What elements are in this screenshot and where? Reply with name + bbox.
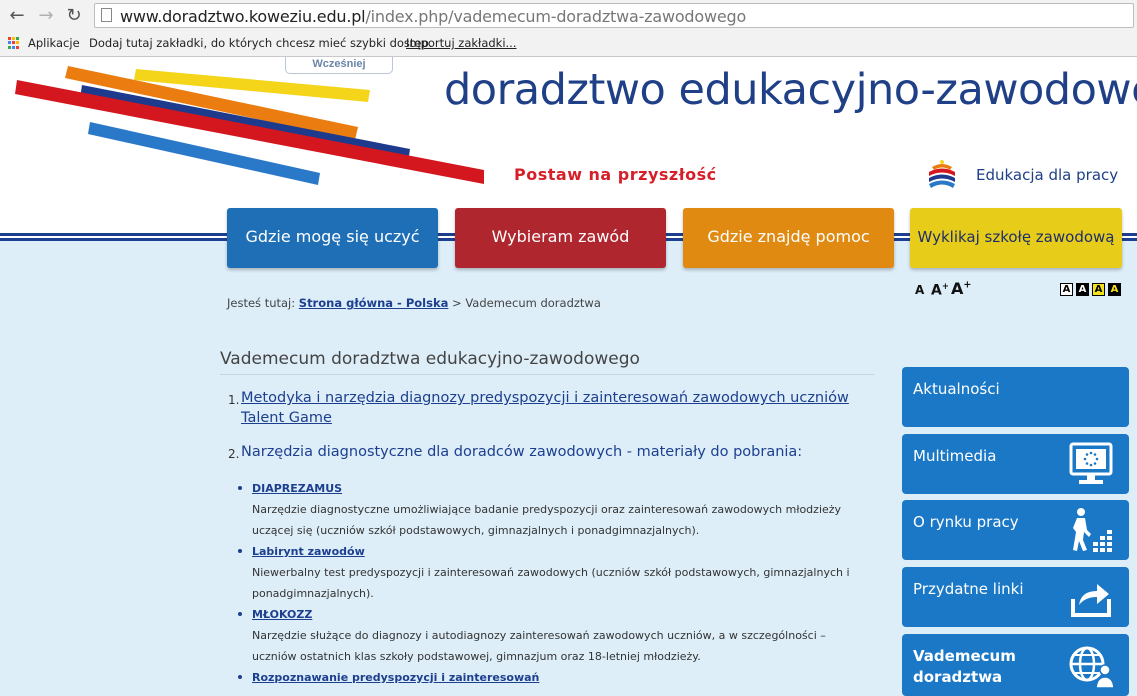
contrast-default[interactable]: A: [1060, 283, 1073, 296]
edukacja-logo-icon: [928, 160, 956, 191]
nav-wybieram-zawod[interactable]: Wybieram zawód: [455, 208, 666, 268]
side-vademecum-doradztwa[interactable]: Vademecum doradztwa: [902, 634, 1129, 696]
breadcrumb-separator: >: [452, 296, 462, 310]
side-o-rynku-pracy-label: O rynku pracy: [913, 513, 1019, 531]
talent-game-link[interactable]: Metodyka i narzędzia diagnozy predyspozy…: [241, 388, 871, 428]
page-icon: [101, 8, 112, 22]
contrast-black-yellow[interactable]: A: [1108, 283, 1121, 296]
mlokozz-link[interactable]: MŁOKOZZ: [252, 604, 312, 625]
edukacja-label[interactable]: Edukacja dla pracy: [976, 166, 1118, 184]
page-title: Vademecum doradztwa edukacyjno-zawodoweg…: [220, 349, 640, 369]
address-bar[interactable]: www.doradztwo.koweziu.edu.pl/index.php/v…: [94, 3, 1134, 28]
side-aktualnosci[interactable]: Aktualności: [902, 367, 1129, 427]
apps-grid-icon[interactable]: [8, 37, 20, 49]
diaprezamus-description: Narzędzie diagnostyczne umożliwiające ba…: [252, 503, 842, 537]
sub-list-item: MŁOKOZZ Narzędzie służące do diagnozy i …: [238, 604, 868, 667]
font-size-small[interactable]: A: [915, 283, 924, 297]
sub-list-item: Labirynt zawodów Niewerbalny test predys…: [238, 541, 868, 604]
slogan: Postaw na przyszłość: [514, 165, 717, 184]
bookmarks-bar: Aplikacje Dodaj tutaj zakładki, do który…: [0, 33, 1137, 55]
apps-label[interactable]: Aplikacje: [28, 36, 80, 50]
side-multimedia[interactable]: Multimedia: [902, 434, 1129, 494]
font-size-large[interactable]: A+: [951, 279, 971, 298]
back-arrow-icon[interactable]: ←: [6, 5, 28, 27]
nav-gdzie-znajde-pomoc[interactable]: Gdzie znajdę pomoc: [683, 208, 894, 268]
breadcrumb-prefix: Jesteś tutaj:: [227, 296, 296, 310]
browser-chrome: ← → ↻ www.doradztwo.koweziu.edu.pl/index…: [0, 0, 1137, 57]
side-aktualnosci-label: Aktualności: [913, 380, 1000, 398]
sub-list-item: Rozpoznawanie predyspozycji i zaintereso…: [238, 667, 868, 689]
breadcrumb-current: Vademecum doradztwa: [465, 296, 601, 310]
mlokozz-description: Narzędzie służące do diagnozy i autodiag…: [252, 629, 826, 663]
breadcrumb: Jesteś tutaj: Strona główna - Polska > V…: [227, 296, 601, 310]
title-divider: [220, 374, 874, 375]
tools-heading: Narzędzia diagnostyczne dla doradców zaw…: [241, 444, 803, 460]
diaprezamus-link[interactable]: DIAPREZAMUS: [252, 478, 342, 499]
site-title: doradztwo edukacyjno-zawodowe: [444, 65, 1137, 115]
nav-gdzie-moge-sie-uczyc[interactable]: Gdzie mogę się uczyć: [227, 208, 438, 268]
globe-person-icon: [1069, 646, 1115, 689]
url-text: www.doradztwo.koweziu.edu.pl/index.php/v…: [120, 7, 747, 26]
contrast-yellow-black[interactable]: A: [1092, 283, 1105, 296]
import-bookmarks-link[interactable]: Importuj zakładki...: [406, 36, 517, 50]
nav-wyklikaj-szkole[interactable]: Wyklikaj szkołę zawodową: [910, 208, 1122, 268]
bullet-icon: [238, 549, 242, 553]
rozpoznawanie-link[interactable]: Rozpoznawanie predyspozycji i zaintereso…: [252, 667, 539, 688]
font-size-medium[interactable]: A+: [931, 281, 949, 299]
sub-list-item: DIAPREZAMUS Narzędzie diagnostyczne umoż…: [238, 478, 868, 541]
bullet-icon: [238, 675, 242, 679]
forward-arrow-icon[interactable]: →: [35, 5, 57, 27]
labirynt-zawodow-description: Niewerbalny test predyspozycji i zainter…: [252, 566, 850, 600]
reload-icon[interactable]: ↻: [63, 5, 85, 27]
bookmarks-hint: Dodaj tutaj zakładki, do których chcesz …: [89, 36, 433, 50]
labirynt-zawodow-link[interactable]: Labirynt zawodów: [252, 541, 365, 562]
bullet-icon: [238, 612, 242, 616]
stripes-logo: [15, 66, 484, 185]
breadcrumb-home-link[interactable]: Strona główna - Polska: [299, 296, 449, 310]
bullet-icon: [238, 486, 242, 490]
list-number: 2.: [228, 447, 240, 461]
stairs-person-icon: [1073, 508, 1112, 552]
list-number: 1.: [228, 393, 240, 407]
share-arrow-icon: [1071, 584, 1111, 617]
side-przydatne-linki-label: Przydatne linki: [913, 580, 1024, 598]
monitor-icon: [1069, 442, 1113, 484]
side-multimedia-label: Multimedia: [913, 447, 997, 465]
contrast-black-white[interactable]: A: [1076, 283, 1089, 296]
side-przydatne-linki[interactable]: Przydatne linki: [902, 567, 1129, 627]
side-o-rynku-pracy[interactable]: O rynku pracy: [902, 500, 1129, 560]
side-vademecum-label: Vademecum doradztwa: [913, 647, 1016, 686]
